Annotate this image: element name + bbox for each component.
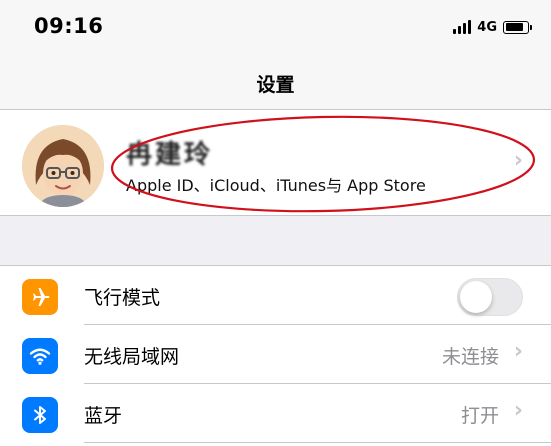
status-time: 09:16 (34, 14, 104, 38)
wifi-icon (22, 338, 58, 374)
page-title: 设置 (256, 74, 295, 96)
bluetooth-label: 蓝牙 (84, 405, 123, 427)
airplane-mode-label: 飞行模式 (84, 287, 161, 309)
bluetooth-status: 打开 (460, 405, 499, 427)
bluetooth-row[interactable]: 蓝牙 打开 › (0, 384, 551, 442)
bluetooth-icon (22, 397, 58, 433)
wifi-row[interactable]: 无线局域网 未连接 › (0, 325, 551, 383)
toggle-knob (460, 281, 492, 313)
memoji-avatar-icon (22, 125, 104, 207)
airplane-mode-toggle[interactable] (457, 278, 523, 316)
nav-bar: 设置 (0, 52, 551, 110)
battery-icon (503, 20, 532, 34)
annotation-ellipse (110, 115, 536, 213)
status-indicators: 4G (453, 17, 532, 37)
chevron-right-icon: › (513, 398, 523, 423)
airplane-icon (22, 279, 58, 315)
connectivity-group: 飞行模式 无线局域网 未连接 › 蓝牙 打开 › (0, 265, 551, 446)
chevron-right-icon: › (513, 339, 523, 364)
signal-icon (453, 20, 472, 34)
network-type: 4G (477, 19, 497, 35)
wifi-label: 无线局域网 (84, 346, 180, 368)
row-separator (84, 442, 551, 443)
airplane-mode-row[interactable]: 飞行模式 (0, 266, 551, 324)
wifi-status: 未连接 (441, 346, 499, 368)
status-bar: 09:16 4G (0, 0, 551, 52)
battery-level (505, 23, 524, 31)
